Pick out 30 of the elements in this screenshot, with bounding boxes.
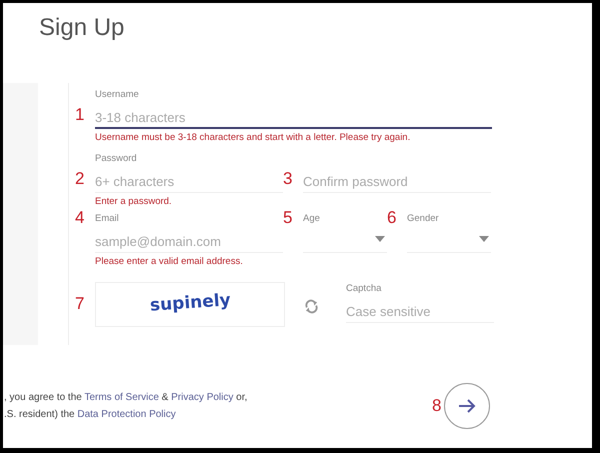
annotation-number: 7 [75,294,86,314]
error-message: Enter a password. [95,196,172,206]
field-label: Username [95,89,139,100]
captcha-text: supinely [148,289,232,318]
annotation-number: 5 [283,208,294,228]
page-title: Sign Up [39,13,126,43]
error-message: Username must be 3-18 characters and start with a letter. Please try again. [95,132,410,142]
annotation-number: 3 [283,168,294,188]
caret-icon [375,236,385,242]
refresh-icon[interactable] [304,298,319,314]
caret-icon [479,236,489,242]
policy-link[interactable]: Terms of Service [84,392,159,403]
terms-text: , you agree to the Terms of Service & Privacy Policy or, .S. resident) the Data Protection Policy [3,391,248,422]
annotation-number: 1 [75,105,86,125]
input-field[interactable]: 3-18 characters [95,107,492,129]
annotation-number: 8 [432,396,442,416]
annotation-number: 2 [75,168,86,188]
policy-link[interactable]: Data Protection Policy [77,409,176,420]
field-label: Captcha [346,282,382,294]
field-label: Email [95,212,119,224]
field-label: Password [95,152,137,164]
error-message: Please enter a valid email address. [95,256,243,266]
field-label: Gender [407,212,439,224]
field-label: Age [303,212,320,224]
policy-link[interactable]: Privacy Policy [171,392,234,403]
annotation-number: 4 [75,208,86,228]
captcha-input[interactable]: Case sensitive [346,300,494,322]
next-button[interactable] [444,383,490,429]
annotation-number: 6 [387,208,398,228]
arrow-right-icon [457,398,478,414]
